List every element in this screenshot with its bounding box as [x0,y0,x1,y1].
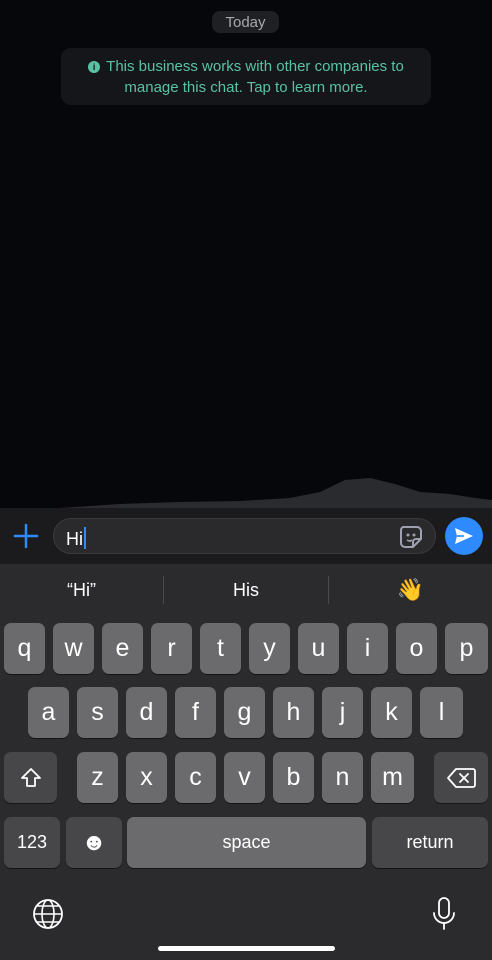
key-z[interactable]: z [77,752,118,803]
key-h[interactable]: h [273,687,314,738]
info-icon: i [88,61,101,73]
notice-text: This business works with other companies… [106,58,404,96]
key-m[interactable]: m [371,752,414,803]
microphone-icon[interactable] [430,896,458,932]
key-w[interactable]: w [53,623,94,674]
key-g[interactable]: g [224,687,265,738]
key-i[interactable]: i [347,623,388,674]
emoji-icon: ☻ [81,828,107,856]
space-key[interactable]: space [127,817,366,868]
suggestion-3[interactable]: 👋 [329,564,492,616]
key-r[interactable]: r [151,623,192,674]
key-n[interactable]: n [322,752,363,803]
key-l[interactable]: l [420,687,463,738]
return-key[interactable]: return [372,817,488,868]
message-input[interactable]: Hi [53,518,436,554]
send-icon [455,528,473,544]
key-d[interactable]: d [126,687,167,738]
predictive-bar: “Hi” His 👋 [0,564,492,616]
message-input-value: Hi [66,529,83,549]
message-composer: Hi [0,508,492,564]
key-c[interactable]: c [175,752,216,803]
keyboard: “Hi” His 👋 q w e r t y u i o p a s d f g… [0,564,492,960]
key-x[interactable]: x [126,752,167,803]
key-e[interactable]: e [102,623,143,674]
key-t[interactable]: t [200,623,241,674]
key-s[interactable]: s [77,687,118,738]
backspace-icon [447,767,476,788]
key-p[interactable]: p [445,623,488,674]
key-u[interactable]: u [298,623,339,674]
key-a[interactable]: a [28,687,69,738]
shift-key[interactable] [4,752,57,803]
numbers-key[interactable]: 123 [4,817,60,868]
shift-icon [20,767,41,787]
plus-icon[interactable] [12,522,40,550]
key-v[interactable]: v [224,752,265,803]
send-button[interactable] [445,517,483,555]
key-o[interactable]: o [396,623,437,674]
chat-area: Today i This business works with other co… [0,0,492,518]
key-k[interactable]: k [371,687,412,738]
key-f[interactable]: f [175,687,216,738]
text-caret [84,527,86,549]
key-j[interactable]: j [322,687,363,738]
delete-key[interactable] [434,752,488,803]
sticker-icon[interactable] [397,523,425,551]
home-indicator[interactable] [158,946,335,951]
business-notice[interactable]: i This business works with other companie… [61,48,431,105]
suggestion-1[interactable]: “Hi” [0,564,163,616]
emoji-key[interactable]: ☻ [66,817,122,868]
suggestion-2[interactable]: His [164,564,328,616]
date-separator: Today [212,11,279,33]
key-b[interactable]: b [273,752,314,803]
globe-icon[interactable] [32,898,64,930]
key-y[interactable]: y [249,623,290,674]
key-q[interactable]: q [4,623,45,674]
